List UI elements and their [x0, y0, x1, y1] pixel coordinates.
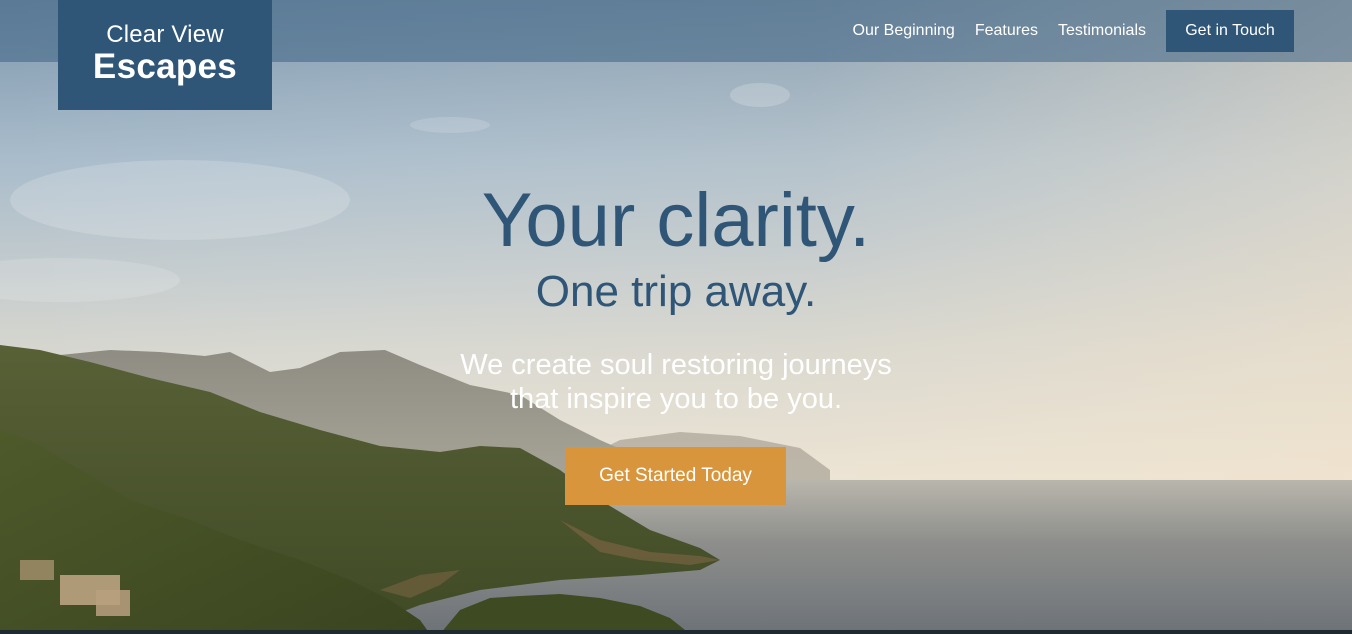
landing-page: Clear View Escapes Our Beginning Feature…	[0, 0, 1352, 634]
hero-subheadline: One trip away.	[535, 267, 817, 316]
brand-name-line2: Escapes	[92, 47, 238, 86]
brand-logo[interactable]: Clear View Escapes	[58, 0, 272, 110]
get-started-today-button[interactable]: Get Started Today	[565, 447, 786, 505]
nav-link-our-beginning[interactable]: Our Beginning	[853, 22, 955, 40]
main-navigation: Our Beginning Features Testimonials Get …	[833, 10, 1294, 52]
hero-tagline-line2: that inspire you to be you.	[509, 383, 843, 415]
get-in-touch-button[interactable]: Get in Touch	[1166, 10, 1294, 52]
nav-link-testimonials[interactable]: Testimonials	[1058, 22, 1146, 40]
hero-tagline: We create soul restoring journeys that i…	[0, 348, 1352, 416]
hero-tagline-line1: We create soul restoring journeys	[460, 349, 892, 381]
nav-link-features[interactable]: Features	[975, 22, 1038, 40]
hero-headline: Your clarity.	[481, 178, 871, 263]
brand-name-line1: Clear View	[106, 21, 224, 48]
